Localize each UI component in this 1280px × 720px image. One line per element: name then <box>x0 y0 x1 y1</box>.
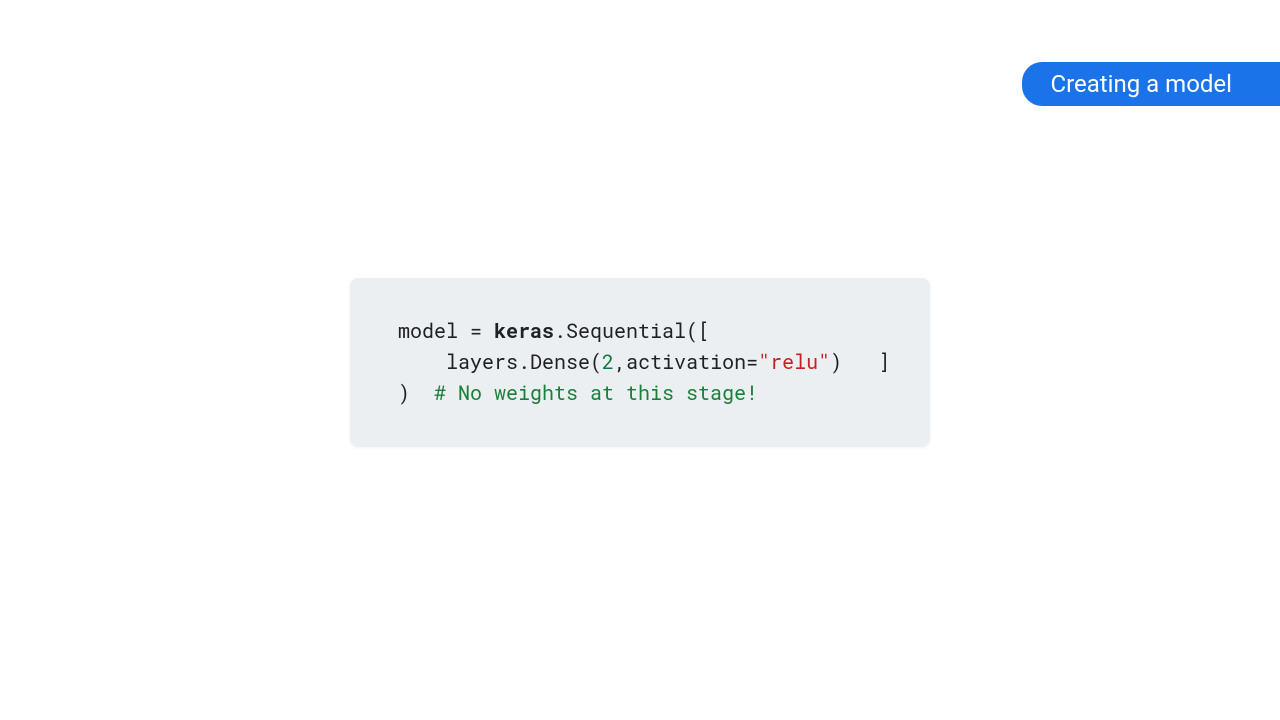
code-block: model = keras.Sequential([ layers.Dense(… <box>350 278 930 447</box>
code-line-1: model = keras.Sequential([ <box>398 316 882 347</box>
code-token: ) <box>398 380 434 406</box>
code-token-number: 2 <box>602 349 614 375</box>
code-token-string: "relu" <box>758 349 830 375</box>
code-token: .Sequential([ <box>554 318 710 344</box>
code-token-keyword: keras <box>494 318 554 344</box>
code-token: ) ] <box>830 349 890 375</box>
slide-title-text: Creating a model <box>1050 70 1232 98</box>
code-line-2: layers.Dense(2,activation="relu") ] <box>398 347 882 378</box>
code-token: model = <box>398 318 494 344</box>
slide-title-badge: Creating a model <box>1022 62 1280 106</box>
code-line-3: ) # No weights at this stage! <box>398 378 882 409</box>
code-token: ,activation= <box>614 349 758 375</box>
code-token-comment: # No weights at this stage! <box>434 380 758 406</box>
code-token: layers.Dense( <box>398 349 602 375</box>
